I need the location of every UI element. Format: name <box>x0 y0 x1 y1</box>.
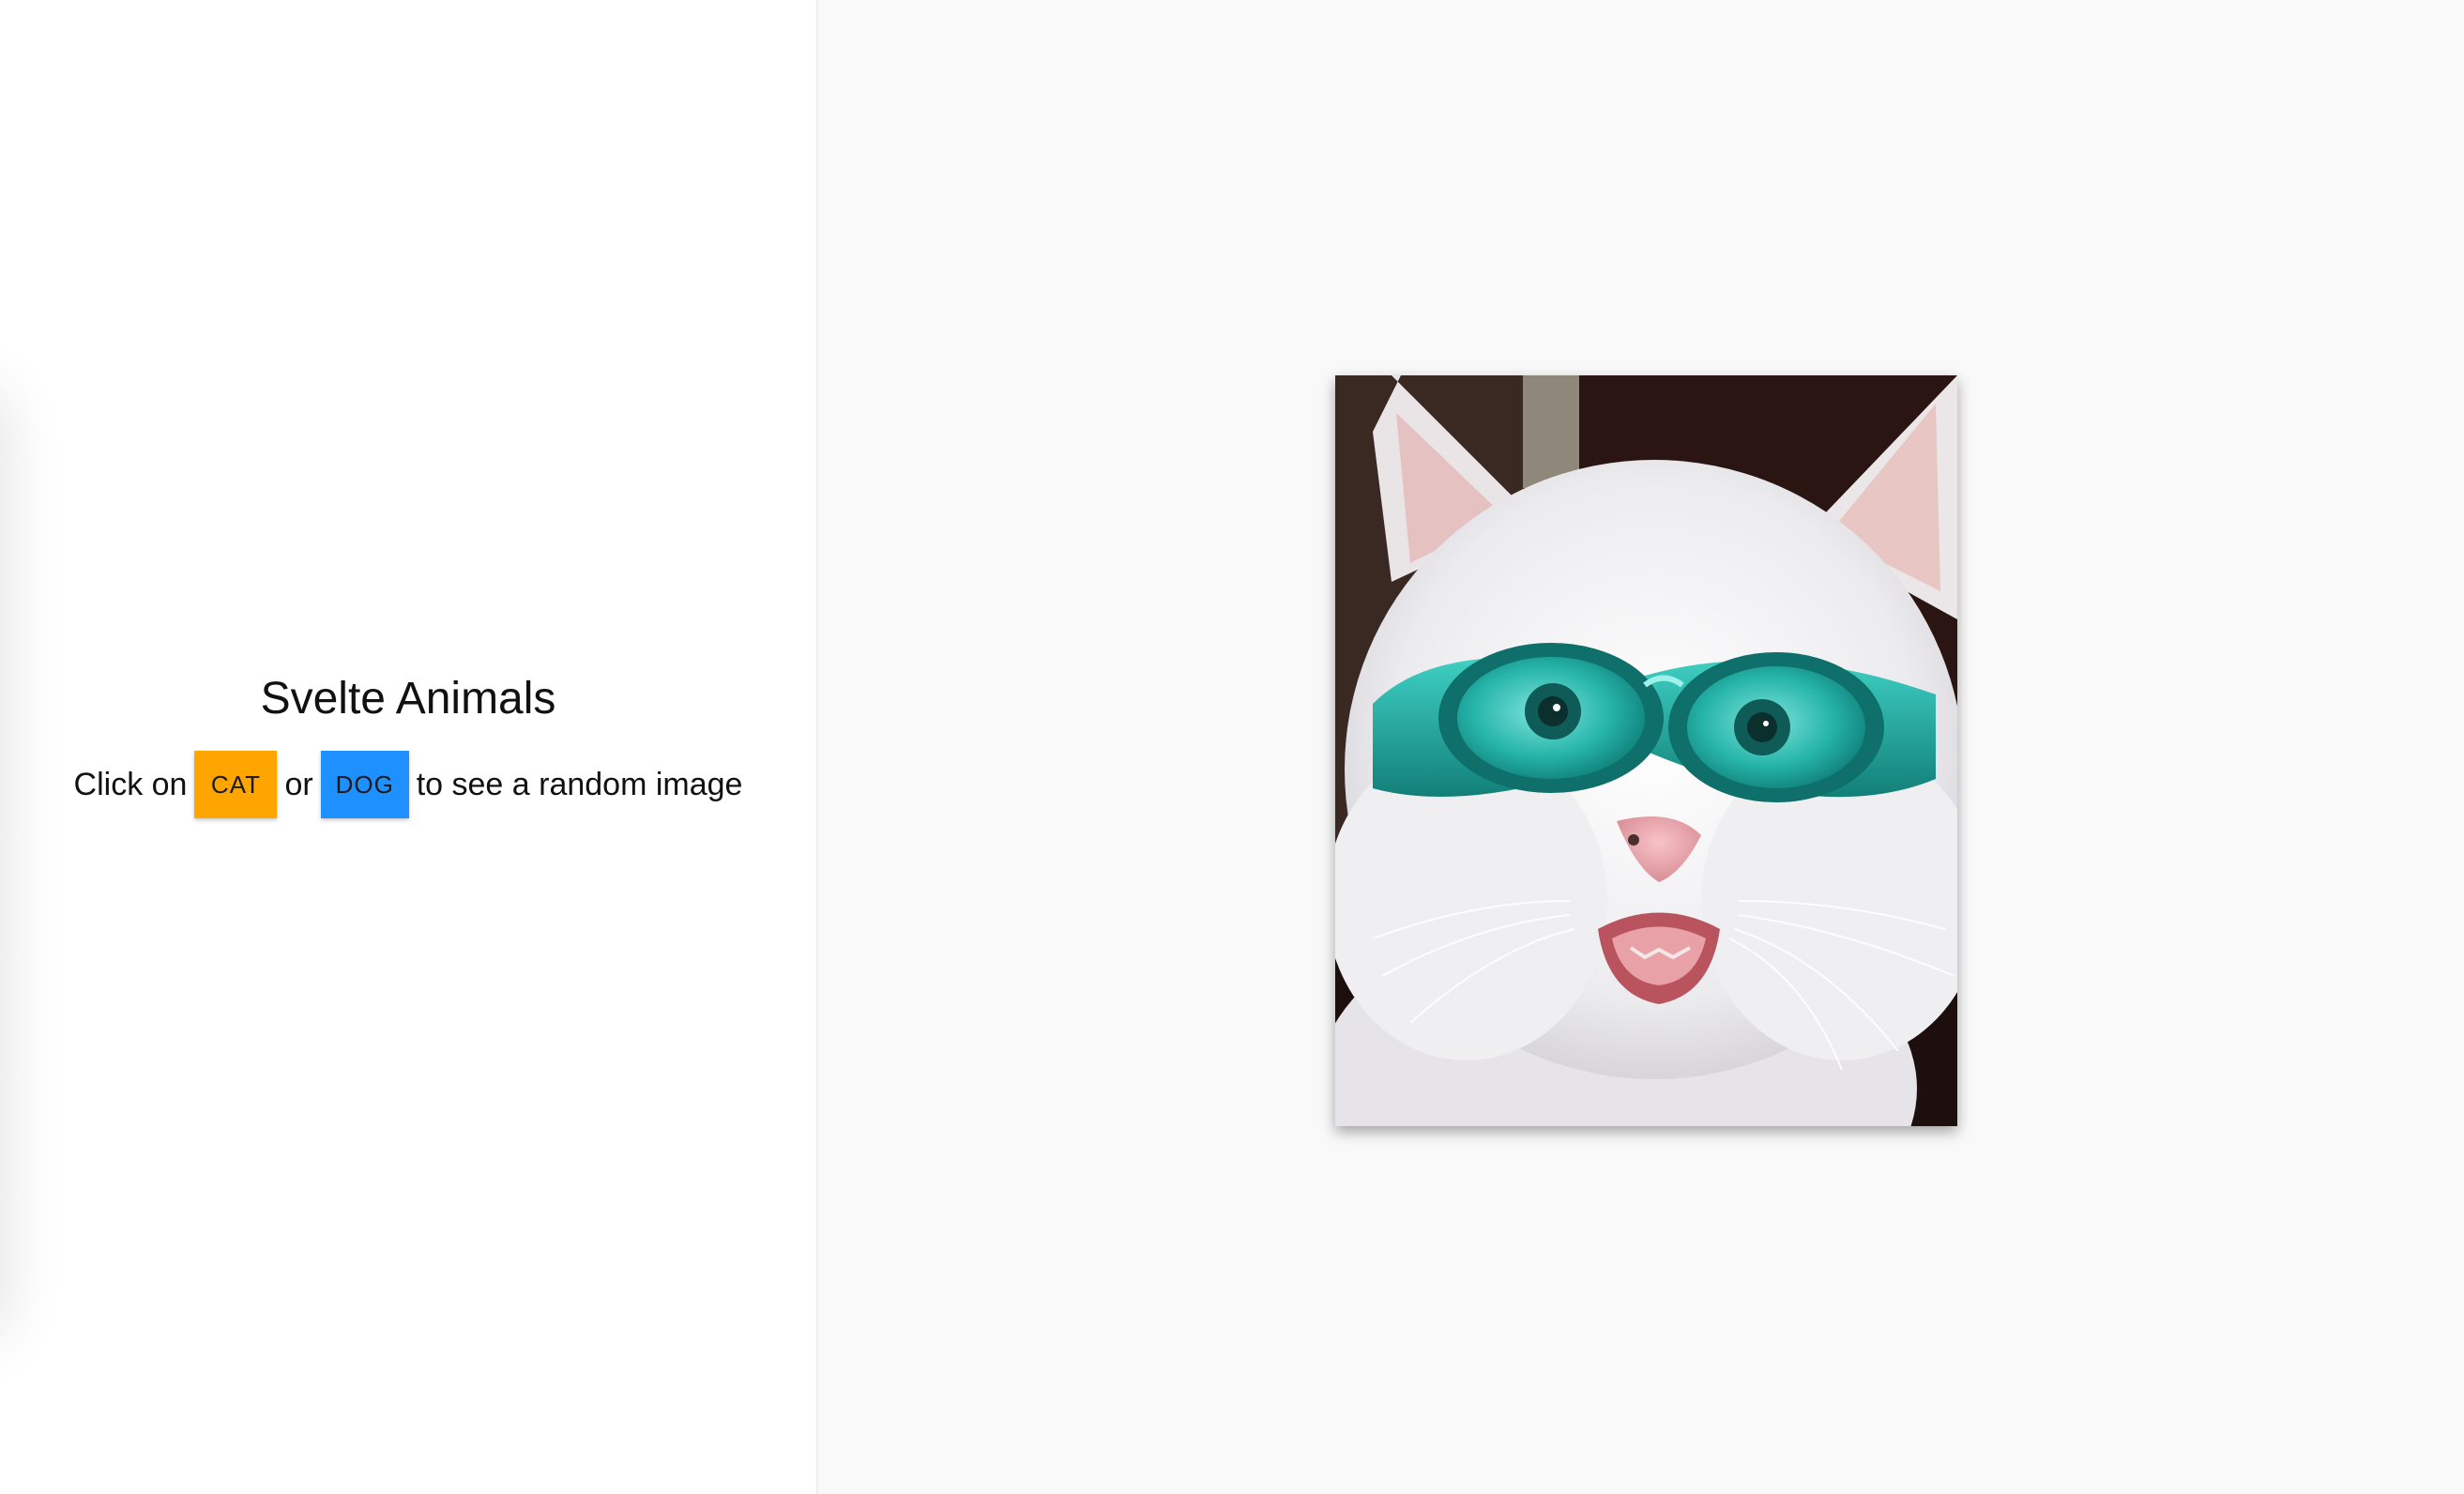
image-panel <box>818 0 2464 1494</box>
random-animal-image <box>1335 375 1957 1126</box>
left-panel: Svelte Animals Click on CAT or DOG to se… <box>0 0 818 1494</box>
intro-section: Svelte Animals Click on CAT or DOG to se… <box>0 657 816 818</box>
cat-photo-illustration <box>1335 375 1957 1126</box>
app-root: Svelte Animals Click on CAT or DOG to se… <box>0 0 2464 1494</box>
instructions-middle: or <box>284 766 313 802</box>
instructions-line: Click on CAT or DOG to see a random imag… <box>0 751 816 818</box>
page-title: Svelte Animals <box>260 674 556 724</box>
cat-button[interactable]: CAT <box>194 751 278 818</box>
instructions-prefix: Click on <box>73 766 188 802</box>
dog-button[interactable]: DOG <box>320 751 409 818</box>
instructions-suffix: to see a random image <box>416 766 743 802</box>
